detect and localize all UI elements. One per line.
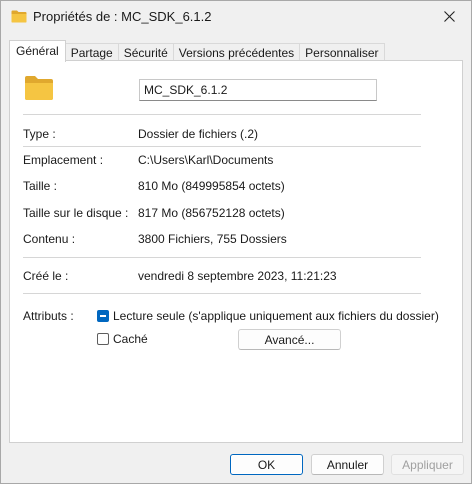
hidden-checkbox[interactable] <box>97 333 109 345</box>
folder-icon <box>25 76 53 100</box>
size-value: 810 Mo (849995854 octets) <box>138 179 285 193</box>
contents-value: 3800 Fichiers, 755 Dossiers <box>138 232 287 246</box>
separator <box>23 293 421 294</box>
close-button[interactable] <box>427 1 471 31</box>
tab-general[interactable]: Général <box>9 40 66 62</box>
folder-name-input[interactable] <box>139 79 377 101</box>
properties-window: Propriétés de : MC_SDK_6.1.2 Général Par… <box>0 0 472 484</box>
separator <box>23 257 421 258</box>
cancel-button[interactable]: Annuler <box>311 454 384 475</box>
title-bar[interactable]: Propriétés de : MC_SDK_6.1.2 <box>1 1 471 33</box>
created-label: Créé le : <box>23 269 69 283</box>
attributes-label: Attributs : <box>23 309 74 323</box>
ok-button[interactable]: OK <box>230 454 303 475</box>
created-value: vendredi 8 septembre 2023, 11:21:23 <box>138 269 337 283</box>
location-label: Emplacement : <box>23 153 104 167</box>
separator <box>23 114 421 115</box>
close-icon <box>443 10 455 22</box>
disk-size-label: Taille sur le disque : <box>23 206 129 220</box>
size-label: Taille : <box>23 179 58 193</box>
tab-strip: Général Partage Sécurité Versions précéd… <box>9 40 385 62</box>
hidden-label[interactable]: Caché <box>113 332 148 346</box>
folder-icon <box>11 10 27 23</box>
general-panel: Type : Dossier de fichiers (.2) Emplacem… <box>9 60 463 443</box>
apply-button: Appliquer <box>391 454 464 475</box>
readonly-label[interactable]: Lecture seule (s'applique uniquement aux… <box>113 309 439 323</box>
type-label: Type : <box>23 127 56 141</box>
disk-size-value: 817 Mo (856752128 octets) <box>138 206 285 220</box>
readonly-checkbox[interactable] <box>97 310 109 322</box>
location-value: C:\Users\Karl\Documents <box>138 153 274 167</box>
contents-label: Contenu : <box>23 232 76 246</box>
advanced-button[interactable]: Avancé... <box>238 329 341 350</box>
window-title: Propriétés de : MC_SDK_6.1.2 <box>33 9 212 24</box>
separator <box>23 146 421 147</box>
type-value: Dossier de fichiers (.2) <box>138 127 259 141</box>
